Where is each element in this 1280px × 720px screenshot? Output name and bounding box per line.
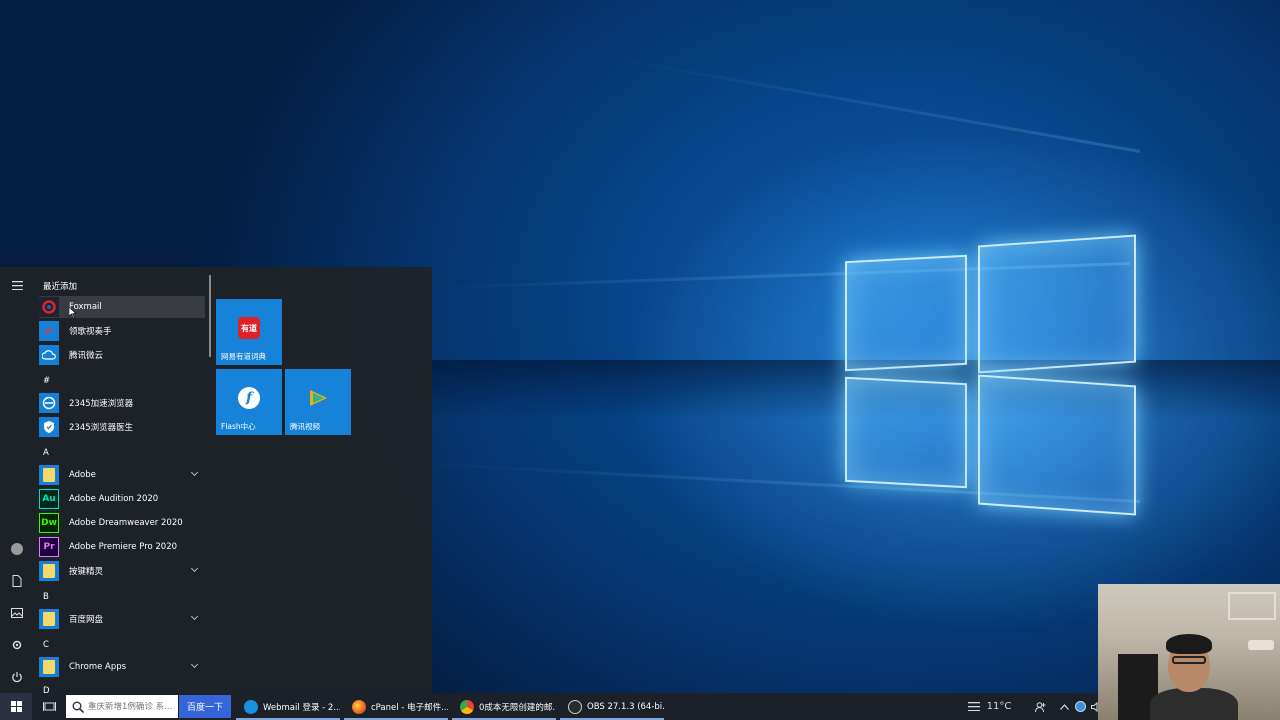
chevron-down-icon <box>190 660 199 669</box>
edge-icon <box>244 699 258 714</box>
pictures-icon[interactable] <box>5 601 29 625</box>
item-label: 2345加速浏览器 <box>69 399 134 409</box>
tile-label: 网易有道词典 <box>221 352 266 361</box>
task-view-icon <box>42 702 56 711</box>
item-label: 腾讯微云 <box>69 351 104 361</box>
app-list-scrollbar[interactable] <box>209 275 211 357</box>
chevron-down-icon <box>190 564 199 573</box>
chevron-down-icon <box>190 468 199 477</box>
settings-gear-icon[interactable] <box>5 633 29 657</box>
user-account-icon[interactable] <box>5 537 29 561</box>
shield-icon <box>39 417 59 437</box>
item-label: Adobe Premiere Pro 2020 <box>69 542 178 552</box>
chevron-up-icon[interactable] <box>1056 693 1072 720</box>
folder-icon <box>39 561 59 581</box>
item-label: 领歌视奏手 <box>69 327 112 337</box>
tile-label: Flash中心 <box>221 422 256 431</box>
taskbar-app-chrome[interactable]: 0成本无限创建的邮... <box>452 693 556 720</box>
dreamweaver-icon: Dw <box>39 513 59 533</box>
browser-icon <box>39 393 59 413</box>
audition-icon: Au <box>39 489 59 509</box>
mouse-cursor-icon <box>69 307 77 318</box>
item-label: Chrome Apps <box>69 662 127 672</box>
list-item-weiyun[interactable]: 腾讯微云 <box>39 344 205 366</box>
people-icon[interactable] <box>1032 693 1050 720</box>
tile-flash[interactable]: f Flash中心 <box>216 369 282 435</box>
item-label: 2345浏览器医生 <box>69 423 134 433</box>
folder-icon <box>39 465 59 485</box>
tile-label: 腾讯视频 <box>290 422 320 431</box>
list-item-dreamweaver[interactable]: Dw Adobe Dreamweaver 2020 <box>39 512 205 534</box>
youdao-icon: 有道 <box>238 317 260 340</box>
foxmail-icon <box>39 297 59 317</box>
search-input[interactable] <box>88 701 178 712</box>
folder-icon <box>39 657 59 677</box>
taskbar-search-box[interactable] <box>66 695 178 718</box>
network-icon[interactable] <box>1072 693 1088 720</box>
windows-icon <box>10 701 22 712</box>
taskbar: 百度一下 Webmail 登录 - 2... cPanel - 电子邮件... … <box>0 693 1280 720</box>
taskbar-app-label: 0成本无限创建的邮... <box>479 702 556 713</box>
list-item-2345-browser[interactable]: 2345加速浏览器 <box>39 392 205 414</box>
folder-icon <box>39 609 59 629</box>
app-list: 最近添加 Foxmail ✔ 领歌视奏手 腾讯微云 # 2345加速浏览器 23… <box>34 267 210 693</box>
tile-tencent-video[interactable]: 腾讯视频 <box>285 369 351 435</box>
group-letter-c[interactable]: C <box>43 640 49 650</box>
premiere-icon: Pr <box>39 537 59 557</box>
group-letter-a[interactable]: A <box>43 448 49 458</box>
list-item-2345-doctor[interactable]: 2345浏览器医生 <box>39 416 205 438</box>
firefox-icon <box>352 699 366 714</box>
item-label: Adobe Audition 2020 <box>69 494 159 504</box>
search-icon <box>72 701 84 713</box>
taskbar-app-label: cPanel - 电子邮件... <box>371 702 448 713</box>
item-label: Adobe <box>69 470 96 480</box>
taskbar-app-label: Webmail 登录 - 2... <box>263 702 340 713</box>
start-button[interactable] <box>0 693 32 720</box>
list-item-adobe-folder[interactable]: Adobe <box>39 464 205 486</box>
recent-header: 最近添加 <box>43 282 78 292</box>
item-label: 按键精灵 <box>69 567 104 577</box>
chevron-down-icon <box>190 612 199 621</box>
tencent-video-icon <box>307 388 329 408</box>
list-item-baidu-folder[interactable]: 百度网盘 <box>39 608 205 630</box>
obs-icon <box>568 699 582 714</box>
start-rail <box>0 267 34 693</box>
list-item-anjian-folder[interactable]: 按键精灵 <box>39 560 205 582</box>
taskbar-app-label: OBS 27.1.3 (64-bi... <box>587 701 664 712</box>
item-label: Adobe Dreamweaver 2020 <box>69 518 183 528</box>
list-item-app[interactable]: ✔ 领歌视奏手 <box>39 320 205 342</box>
list-item-premiere[interactable]: Pr Adobe Premiere Pro 2020 <box>39 536 205 558</box>
app-icon: ✔ <box>39 321 59 341</box>
power-icon[interactable] <box>5 665 29 689</box>
webcam-overlay <box>1098 584 1280 720</box>
documents-icon[interactable] <box>5 569 29 593</box>
tile-youdao[interactable]: 有道 网易有道词典 <box>216 299 282 365</box>
list-item-chrome-apps-folder[interactable]: Chrome Apps <box>39 656 205 678</box>
weather-temperature[interactable]: 11°C <box>984 693 1014 720</box>
start-menu: 最近添加 Foxmail ✔ 领歌视奏手 腾讯微云 # 2345加速浏览器 23… <box>0 267 432 693</box>
list-item-audition[interactable]: Au Adobe Audition 2020 <box>39 488 205 510</box>
hamburger-menu-icon[interactable] <box>5 273 29 297</box>
cloud-icon <box>39 345 59 365</box>
flash-icon: f <box>238 387 260 410</box>
baidu-search-button[interactable]: 百度一下 <box>179 695 231 718</box>
group-letter-d[interactable]: D <box>43 686 50 693</box>
chrome-icon <box>460 699 474 714</box>
task-view-button[interactable] <box>36 693 62 720</box>
group-letter-hash[interactable]: # <box>43 376 50 386</box>
taskbar-app-webmail[interactable]: Webmail 登录 - 2... <box>236 693 340 720</box>
taskbar-app-cpanel[interactable]: cPanel - 电子邮件... <box>344 693 448 720</box>
weather-lines-icon[interactable] <box>964 693 984 720</box>
group-letter-b[interactable]: B <box>43 592 49 602</box>
taskbar-app-obs[interactable]: OBS 27.1.3 (64-bi... <box>560 693 664 720</box>
list-item-foxmail[interactable]: Foxmail <box>39 296 205 318</box>
item-label: 百度网盘 <box>69 615 104 625</box>
